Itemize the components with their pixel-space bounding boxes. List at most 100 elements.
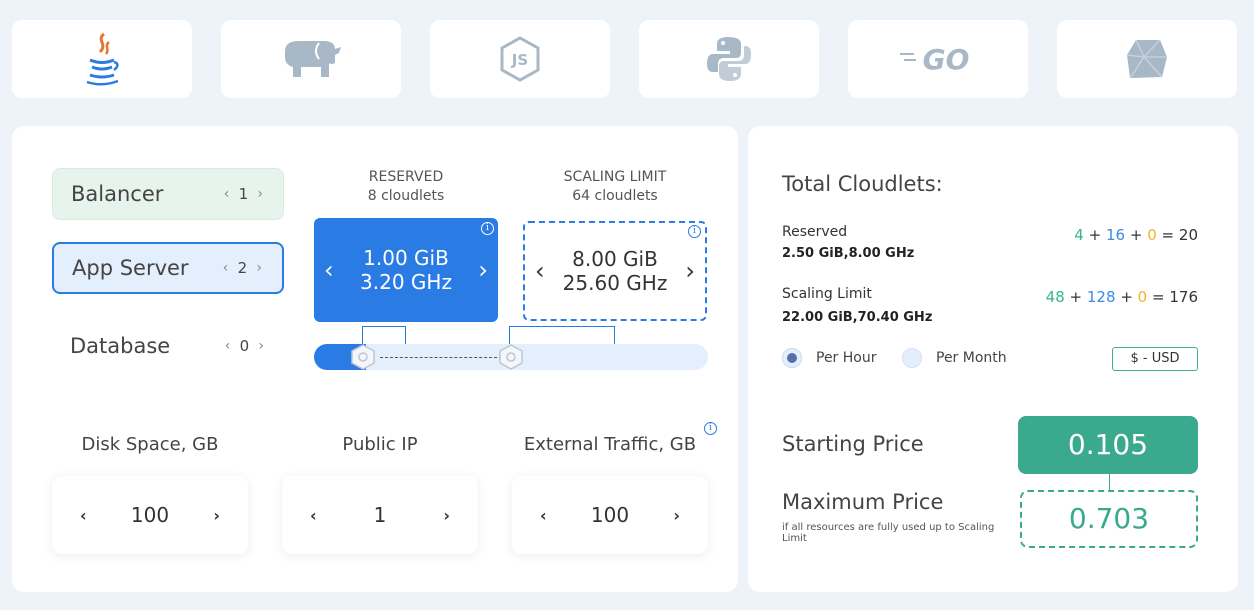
language-tabs: JS GO [12, 20, 1238, 98]
tab-java[interactable] [12, 20, 192, 98]
starting-price-value: 0.105 [1018, 416, 1198, 474]
ruby-icon [1124, 37, 1170, 81]
scaling-values: 8.00 GiB 25.60 GHz [563, 247, 668, 295]
scaling-app-cloudlets: 128 [1086, 288, 1116, 306]
reserved-box: ‹ 1.00 GiB 3.20 GHz › i [314, 218, 498, 322]
starting-price-label: Starting Price [782, 432, 924, 456]
external-traffic-stepper: ‹ 100 › [512, 476, 708, 554]
disk-space-value[interactable]: 100 [131, 503, 169, 527]
configuration-panel: Balancer ‹ 1 › App Server ‹ 2 › Database… [12, 126, 738, 592]
database-count: 0 [239, 337, 250, 355]
radio-unselected-icon [902, 348, 922, 368]
database-increase-button[interactable]: › [252, 338, 270, 354]
scaling-increase-button[interactable]: › [685, 257, 695, 285]
public-ip-value[interactable]: 1 [374, 503, 387, 527]
reserved-app-cloudlets: 16 [1105, 226, 1126, 244]
tab-ruby[interactable] [1057, 20, 1237, 98]
balancer-label: Balancer [71, 182, 164, 206]
reserved-header: RESERVED 8 cloudlets [314, 168, 498, 206]
disk-decrease-button[interactable]: ‹ [80, 506, 87, 525]
hexagon-handle-icon [351, 344, 375, 370]
go-icon-text: GO [923, 43, 970, 76]
reserved-summary-label: Reserved [782, 224, 848, 240]
scaling-ram: 8.00 GiB [572, 247, 658, 271]
reserved-cpu: 3.20 GHz [360, 270, 452, 294]
reserved-connector [362, 326, 406, 346]
reserved-values: 1.00 GiB 3.20 GHz [360, 246, 452, 294]
public-ip-stepper: ‹ 1 › [282, 476, 478, 554]
scaling-connector [509, 326, 615, 346]
app-server-label: App Server [72, 256, 189, 280]
hexagon-handle-icon [499, 344, 523, 370]
reserved-increase-button[interactable]: › [478, 256, 488, 284]
per-month-radio[interactable]: Per Month [902, 348, 1007, 368]
balancer-counter: ‹ 1 › [218, 185, 269, 203]
currency-selector[interactable]: $ - USD [1112, 347, 1198, 371]
traffic-decrease-button[interactable]: ‹ [540, 506, 547, 525]
app-server-count: 2 [237, 259, 248, 277]
reserved-ram: 1.00 GiB [363, 246, 449, 270]
reserved-title: RESERVED [368, 169, 444, 185]
maximum-price-value: 0.703 [1020, 490, 1198, 548]
reserved-summary-specs: 2.50 GiB,8.00 GHz [782, 246, 915, 261]
balancer-increase-button[interactable]: › [251, 186, 269, 202]
scaling-decrease-button[interactable]: ‹ [535, 257, 545, 285]
maximum-price-label: Maximum Price [782, 490, 944, 514]
app-server-counter: ‹ 2 › [217, 259, 268, 277]
scaling-balancer-cloudlets: 48 [1045, 288, 1065, 306]
scaling-cloudlet-sum: 48 + 128 + 0 = 176 [1046, 288, 1198, 306]
summary-panel: Total Cloudlets: Reserved 2.50 GiB,8.00 … [748, 126, 1238, 592]
radio-selected-icon [782, 348, 802, 368]
ip-decrease-button[interactable]: ‹ [310, 506, 317, 525]
disk-space-label: Disk Space, GB [81, 434, 219, 455]
plus-sign: + [1069, 288, 1083, 306]
equals-sign: = [1152, 288, 1165, 306]
plus-sign: + [1120, 288, 1133, 306]
tab-nodejs[interactable]: JS [430, 20, 610, 98]
external-traffic-value[interactable]: 100 [591, 503, 629, 527]
scaling-info-icon[interactable]: i [688, 225, 701, 238]
scaling-db-cloudlets: 0 [1137, 288, 1148, 306]
disk-increase-button[interactable]: › [213, 506, 220, 525]
app-server-node[interactable]: App Server ‹ 2 › [52, 242, 284, 294]
app-server-increase-button[interactable]: › [250, 260, 268, 276]
scaling-cpu: 25.60 GHz [562, 271, 668, 295]
database-label: Database [70, 334, 171, 358]
per-hour-label: Per Hour [816, 350, 877, 366]
slider-dash-line [380, 357, 502, 358]
plus-sign: + [1088, 226, 1102, 244]
nodejs-icon: JS [498, 35, 542, 83]
reserved-decrease-button[interactable]: ‹ [324, 256, 334, 284]
balancer-decrease-button[interactable]: ‹ [218, 186, 236, 202]
database-node[interactable]: Database ‹ 0 › [52, 320, 284, 372]
ip-increase-button[interactable]: › [443, 506, 450, 525]
reserved-subtitle: 8 cloudlets [367, 188, 445, 204]
per-hour-radio[interactable]: Per Hour [782, 348, 876, 368]
traffic-info-icon[interactable]: i [704, 422, 717, 435]
php-icon [279, 37, 343, 81]
tab-go[interactable]: GO [848, 20, 1028, 98]
tab-php[interactable] [221, 20, 401, 98]
scaling-slider-handle[interactable] [498, 344, 524, 374]
app-server-decrease-button[interactable]: ‹ [217, 260, 235, 276]
scaling-title: SCALING LIMIT [563, 169, 667, 185]
reserved-cloudlet-sum: 4 + 16 + 0 = 20 [1074, 226, 1198, 244]
tab-python[interactable] [639, 20, 819, 98]
scaling-limit-box: ‹ 8.00 GiB 25.60 GHz › i [523, 221, 707, 321]
scaling-subtitle: 64 cloudlets [572, 188, 658, 204]
database-decrease-button[interactable]: ‹ [219, 338, 237, 354]
balancer-node[interactable]: Balancer ‹ 1 › [52, 168, 284, 220]
balancer-count: 1 [238, 185, 249, 203]
database-counter: ‹ 0 › [219, 337, 270, 355]
equals-sign: = [1161, 226, 1175, 244]
traffic-increase-button[interactable]: › [673, 506, 680, 525]
reserved-info-icon[interactable]: i [481, 222, 494, 235]
per-month-label: Per Month [936, 350, 1007, 366]
external-traffic-label: External Traffic, GB [523, 434, 697, 455]
go-icon: GO [898, 41, 978, 77]
reserved-slider-handle[interactable] [350, 344, 376, 374]
maximum-price-note: if all resources are fully used up to Sc… [782, 522, 995, 544]
total-cloudlets-title: Total Cloudlets: [782, 172, 943, 196]
scaling-total-cloudlets: 176 [1169, 288, 1198, 306]
reserved-total-cloudlets: 20 [1178, 226, 1198, 244]
